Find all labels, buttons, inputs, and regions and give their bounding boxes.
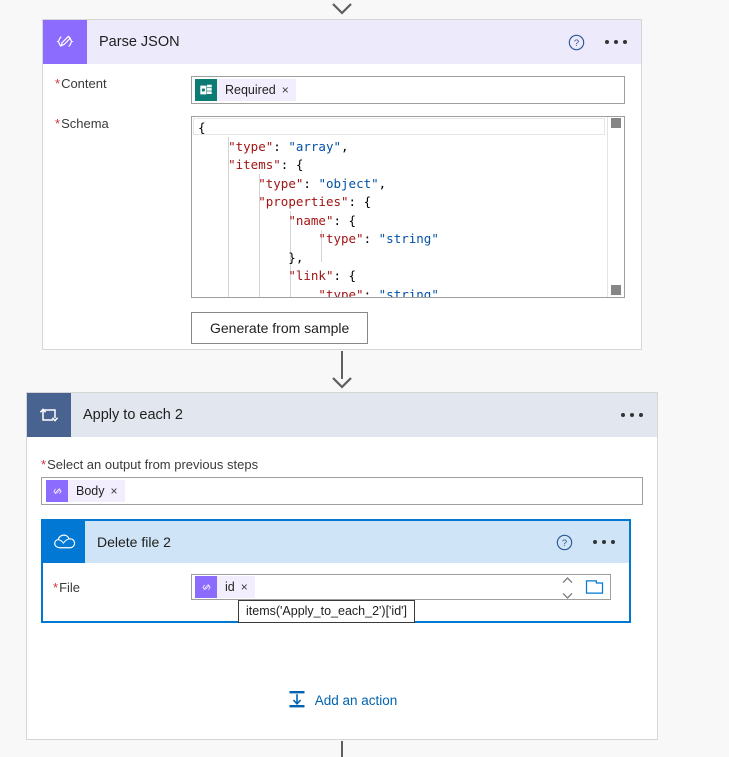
connector-line-bottom (341, 741, 343, 757)
scrollbar-thumb-bottom[interactable] (611, 285, 621, 295)
svg-text:?: ? (562, 537, 567, 548)
connector-arrow-top (331, 2, 353, 15)
parse-json-header-actions: ? (568, 20, 631, 64)
action-card-parse-json[interactable]: Parse JSON ? *Content Required × *Schema… (42, 19, 642, 350)
apply-to-each-header-actions (617, 393, 647, 437)
token-remove-icon[interactable]: × (282, 84, 296, 96)
apply-to-each-body: *Select an output from previous steps Bo… (27, 437, 657, 505)
content-field-row: *Content Required × (43, 64, 641, 104)
action-card-apply-to-each[interactable]: Apply to each 2 *Select an output from p… (26, 392, 658, 740)
code-line: }, (198, 249, 304, 265)
token-id[interactable]: id × (195, 576, 255, 598)
code-line: "link": { (288, 268, 357, 283)
scrollbar-thumb-top[interactable] (611, 118, 621, 128)
select-output-input[interactable]: Body × (41, 477, 643, 505)
required-marker: * (55, 116, 61, 131)
svg-text:?: ? (574, 37, 579, 48)
parse-json-icon (195, 576, 217, 598)
content-field-label: *Content (55, 76, 107, 91)
code-line: "properties": { (258, 194, 372, 209)
spinner-updown-icon[interactable] (560, 577, 574, 599)
schema-field-label: *Schema (55, 116, 109, 131)
code-line: "type": "string" (318, 286, 439, 298)
apply-to-each-more-menu[interactable] (617, 409, 647, 421)
onedrive-icon (43, 521, 85, 563)
parse-json-icon (46, 480, 68, 502)
parse-json-header[interactable]: Parse JSON ? (43, 20, 641, 64)
code-line: "name": { (288, 212, 357, 228)
expression-tooltip: items('Apply_to_each_2')['id'] (238, 600, 416, 623)
add-action-label: Add an action (314, 693, 398, 708)
delete-file-more-menu[interactable] (589, 536, 619, 548)
token-id-label: id (225, 580, 235, 594)
code-line: "type": "string" (318, 231, 439, 246)
delete-file-header[interactable]: Delete file 2 ? (43, 521, 629, 563)
token-body-label: Body (76, 484, 105, 498)
file-input[interactable]: id × (191, 574, 611, 600)
file-field-row: *File id × (43, 563, 629, 600)
required-marker: * (41, 457, 47, 472)
token-remove-icon[interactable]: × (111, 485, 125, 497)
file-field-label: *File (53, 579, 81, 595)
schema-code-lines: { "type": "array", "items": { "type": "o… (192, 117, 624, 298)
code-line: "type": "array", (228, 138, 349, 154)
parse-json-more-menu[interactable] (601, 36, 631, 48)
parse-json-body: *Content Required × *Schema {"type": "a… (43, 64, 641, 344)
code-line: { (198, 120, 206, 135)
parse-json-icon (43, 20, 87, 64)
required-marker: * (55, 76, 61, 91)
content-input[interactable]: Required × (191, 76, 625, 104)
help-circle-icon[interactable]: ? (556, 534, 573, 551)
token-required-label: Required (225, 83, 276, 97)
schema-scrollbar[interactable] (607, 117, 624, 297)
schema-code-editor[interactable]: { "type": "array", "items": { "type": "o… (191, 116, 625, 298)
add-action-icon (287, 689, 307, 712)
select-output-label: *Select an output from previous steps (41, 457, 259, 472)
token-required[interactable]: Required × (195, 79, 296, 101)
required-marker: * (53, 579, 59, 595)
delete-file-title: Delete file 2 (97, 534, 171, 550)
connector-line-middle (341, 351, 343, 379)
add-an-action-button[interactable]: Add an action (27, 689, 657, 712)
token-remove-icon[interactable]: × (241, 581, 255, 593)
parse-json-title: Parse JSON (99, 34, 180, 50)
folder-picker-icon[interactable] (585, 579, 604, 598)
connector-arrow-middle (331, 376, 353, 389)
apply-to-each-title: Apply to each 2 (83, 407, 183, 423)
foreach-loop-icon (27, 393, 71, 437)
schema-field-row: *Schema { "type": "array", "items": { "t… (43, 104, 641, 298)
sharepoint-icon (195, 79, 217, 101)
generate-from-sample-button[interactable]: Generate from sample (191, 312, 369, 344)
token-body[interactable]: Body × (46, 480, 125, 502)
delete-file-header-actions: ? (556, 521, 619, 563)
code-line: "type": "object", (258, 175, 387, 191)
help-circle-icon[interactable]: ? (568, 34, 585, 51)
code-line: "items": { (228, 157, 304, 172)
apply-to-each-header[interactable]: Apply to each 2 (27, 393, 657, 437)
generate-button-row: Generate from sample (43, 298, 641, 344)
